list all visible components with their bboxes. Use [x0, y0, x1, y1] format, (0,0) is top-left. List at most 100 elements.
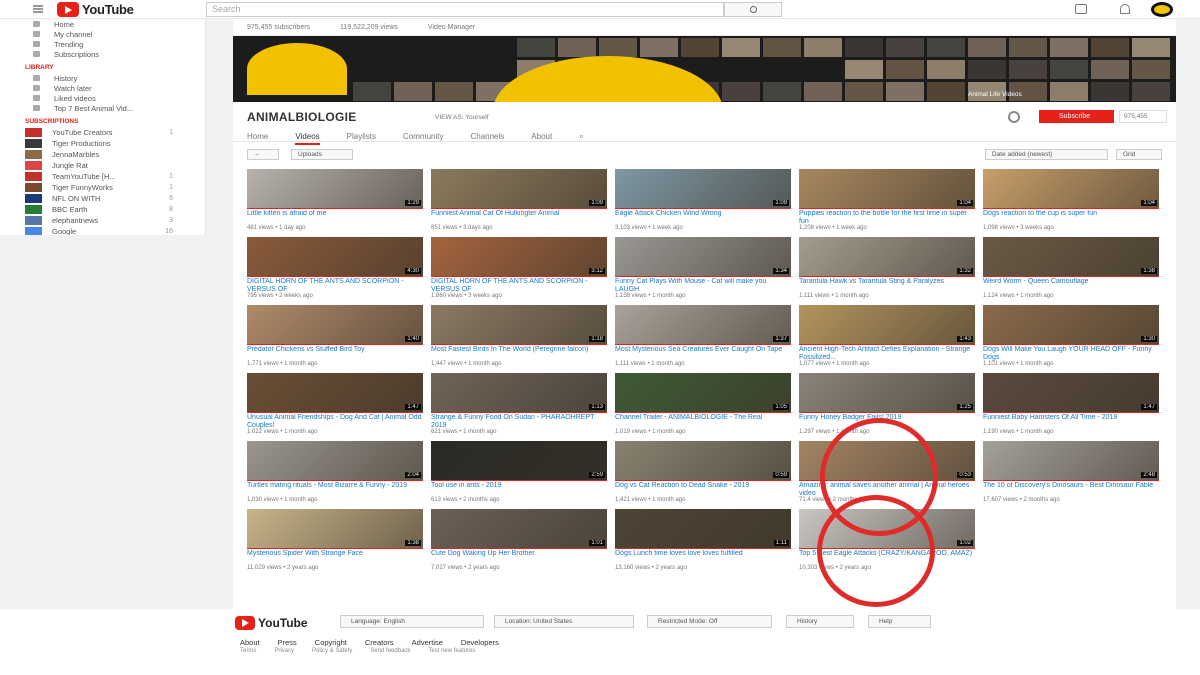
subscription-item[interactable]: JennaMarbles — [0, 149, 205, 160]
video-card[interactable]: 2:59 Tool use in ants - 2019 613 views • 2… — [431, 441, 607, 503]
gear-icon[interactable] — [1008, 111, 1020, 123]
sidebar-item[interactable]: Top 7 Best Animal Vid... — [0, 103, 205, 113]
video-thumbnail[interactable]: 1:05 — [615, 373, 791, 413]
video-title[interactable]: Mysterious Spider With Strange Face — [247, 550, 423, 565]
video-card[interactable]: 4:30 DIGITAL HORN OF THE ANTS AND SCORPIO… — [247, 237, 423, 299]
footer-link[interactable]: Test new features — [428, 648, 475, 654]
video-card[interactable]: 1:38 Mysterious Spider With Strange Face 1… — [247, 509, 423, 571]
video-card[interactable]: 1:09 Funniest Animal Cat Of Hulkingter An… — [431, 169, 607, 231]
video-thumbnail[interactable]: 1:34 — [615, 237, 791, 277]
video-thumbnail[interactable]: 1:04 — [799, 169, 975, 209]
video-title[interactable]: Dog vs Cat Reaction to Dead Snake - 2019 — [615, 482, 791, 497]
search-button[interactable] — [724, 2, 782, 17]
video-title[interactable]: Dogs Will Make You Laugh YOUR HEAD OFF -… — [983, 346, 1159, 361]
video-thumbnail[interactable]: 1:09 — [615, 169, 791, 209]
subscribe-button[interactable]: Subscribe — [1039, 110, 1114, 123]
video-card[interactable]: 0:53 Amazing: animal saves another animal… — [799, 441, 975, 503]
video-thumbnail[interactable]: 1:29 — [247, 169, 423, 209]
video-card[interactable]: 1:32 Tarantula Hawk vs Tarantula Sting & … — [799, 237, 975, 299]
subscription-item[interactable]: Google 16 — [0, 226, 205, 235]
subscription-item[interactable]: Tiger FunnyWorks 1 — [0, 182, 205, 193]
back-arrow-icon[interactable]: ← — [247, 149, 279, 160]
video-thumbnail[interactable]: 4:30 — [247, 237, 423, 277]
sidebar-item[interactable]: Liked videos — [0, 93, 205, 103]
video-card[interactable]: 0:59 Dog vs Cat Reaction to Dead Snake - … — [615, 441, 791, 503]
video-thumbnail[interactable]: 2:48 — [983, 441, 1159, 481]
uploads-dropdown[interactable]: Uploads — [291, 149, 353, 160]
video-card[interactable]: 1:38 Weird Worm - Queen Camouflage 1,124 v… — [983, 237, 1159, 299]
subscription-item[interactable]: Tiger Productions — [0, 138, 205, 149]
video-card[interactable]: 1:30 Dogs Will Make You Laugh YOUR HEAD O… — [983, 305, 1159, 367]
video-card[interactable]: 2:48 The 10 of Discovery's Dinosaurs - Be… — [983, 441, 1159, 503]
video-title[interactable]: Most Mysterious Sea Creatures Ever Caugh… — [615, 346, 791, 361]
video-card[interactable]: 1:05 Channel Trailer - ANIMALBIOLOGIE - T… — [615, 373, 791, 435]
subscription-item[interactable]: elephantnews 3 — [0, 215, 205, 226]
video-title[interactable]: Little kitten is afraid of me — [247, 210, 423, 225]
video-thumbnail[interactable]: 2:04 — [247, 441, 423, 481]
subscription-item[interactable]: BBC Earth 8 — [0, 204, 205, 215]
video-card[interactable]: 1:25 Funny Honey Badger Fails! 2019 1,297 … — [799, 373, 975, 435]
notifications-bell-icon[interactable] — [1120, 4, 1130, 14]
footer-youtube-logo[interactable]: YouTube — [235, 616, 308, 630]
subscription-item[interactable]: Jungle Rat — [0, 160, 205, 171]
video-title[interactable]: Tool use in ants - 2019 — [431, 482, 607, 497]
footer-link[interactable]: Press — [278, 638, 297, 647]
video-thumbnail[interactable]: 1:40 — [247, 305, 423, 345]
video-thumbnail[interactable]: 1:13 — [431, 373, 607, 413]
video-card[interactable]: 1:13 Strange & Funny Food On Sudan - PHAR… — [431, 373, 607, 435]
video-title[interactable]: Dogs reaction to the cup is super fun — [983, 210, 1159, 225]
video-title[interactable]: Strange & Funny Food On Sudan - PHARAOHR… — [431, 414, 607, 429]
footer-link[interactable]: Send feedback — [370, 648, 410, 654]
video-title[interactable]: DIGITAL HORN OF THE ANTS AND SCORPION - … — [431, 278, 607, 293]
sidebar-item[interactable]: My channel — [0, 29, 205, 39]
video-card[interactable]: 1:01 Cute Dog Waking Up Her Brother 7,027 … — [431, 509, 607, 571]
video-card[interactable]: 1:04 Puppies reaction to the bottle for t… — [799, 169, 975, 231]
video-title[interactable]: Unusual Animal Friendships - Dog And Cat… — [247, 414, 423, 429]
video-thumbnail[interactable]: 1:09 — [431, 169, 607, 209]
video-title[interactable]: Funny Cat Plays With Mouse - Cat will ma… — [615, 278, 791, 293]
sidebar-item[interactable]: Home — [0, 19, 205, 29]
video-title[interactable]: Puppies reaction to the bottle for the f… — [799, 210, 975, 225]
video-title[interactable]: Turtles mating rituals - Most Bizarre & … — [247, 482, 423, 497]
footer-link[interactable]: Advertise — [412, 638, 443, 647]
video-thumbnail[interactable]: 1:04 — [983, 169, 1159, 209]
video-title[interactable]: Cute Dog Waking Up Her Brother — [431, 550, 607, 565]
subscription-item[interactable]: TeamYouTube [H... 1 — [0, 171, 205, 182]
video-thumbnail[interactable]: 1:18 — [431, 305, 607, 345]
video-title[interactable]: Amazing: animal saves another animal | A… — [799, 482, 975, 497]
video-title[interactable]: DIGITAL HORN OF THE ANTS AND SCORPION - … — [247, 278, 423, 293]
video-thumbnail[interactable]: 1:38 — [983, 237, 1159, 277]
video-card[interactable]: 1:04 Dogs reaction to the cup is super fu… — [983, 169, 1159, 231]
footer-link[interactable]: Copyright — [315, 638, 347, 647]
video-title[interactable]: The 10 of Discovery's Dinosaurs - Best D… — [983, 482, 1159, 497]
video-title[interactable]: Most Fastest Birds In The World (Peregri… — [431, 346, 607, 361]
video-card[interactable]: 1:29 Little kitten is afraid of me 481 vie… — [247, 169, 423, 231]
view-dropdown[interactable]: Grid — [1116, 149, 1162, 160]
video-thumbnail[interactable]: 2:59 — [431, 441, 607, 481]
video-title[interactable]: Tarantula Hawk vs Tarantula Sting & Para… — [799, 278, 975, 293]
sidebar-item[interactable]: Trending — [0, 39, 205, 49]
video-card[interactable]: 1:37 Most Mysterious Sea Creatures Ever C… — [615, 305, 791, 367]
sidebar-item[interactable]: History — [0, 73, 205, 83]
location-button[interactable]: Location: United States — [494, 615, 634, 628]
video-title[interactable]: Weird Worm - Queen Camouflage — [983, 278, 1159, 293]
video-thumbnail[interactable]: 1:47 — [983, 373, 1159, 413]
video-title[interactable]: Dogs Lunch time loves love loves fulfill… — [615, 550, 791, 565]
video-card[interactable]: 1:40 Predator Chickens vs Stuffed Bird To… — [247, 305, 423, 367]
footer-link[interactable]: About — [240, 638, 260, 647]
youtube-logo[interactable]: YouTube — [57, 2, 134, 17]
restricted-mode-button[interactable]: Restricted Mode: Off — [647, 615, 772, 628]
sort-dropdown[interactable]: Date added (newest) — [985, 149, 1108, 160]
footer-link[interactable]: Policy & Safety — [312, 648, 352, 654]
history-button[interactable]: History — [786, 615, 854, 628]
video-card[interactable]: 1:02 Top 5 Best Eagle Attacks (CRAZY/KANG… — [799, 509, 975, 571]
video-thumbnail[interactable]: 1:38 — [247, 509, 423, 549]
upload-video-icon[interactable] — [1075, 4, 1087, 14]
video-card[interactable]: 1:34 Funny Cat Plays With Mouse - Cat wil… — [615, 237, 791, 299]
video-title[interactable]: Predator Chickens vs Stuffed Bird Toy — [247, 346, 423, 361]
footer-link[interactable]: Terms — [240, 648, 256, 654]
video-card[interactable]: 1:43 Ancient High-Tech Artifact Defies Ex… — [799, 305, 975, 367]
video-card[interactable]: 1:47 Funniest Baby Hamsters Of All Time -… — [983, 373, 1159, 435]
video-card[interactable]: 2:04 Turtles mating rituals - Most Bizarr… — [247, 441, 423, 503]
footer-link[interactable]: Developers — [461, 638, 499, 647]
